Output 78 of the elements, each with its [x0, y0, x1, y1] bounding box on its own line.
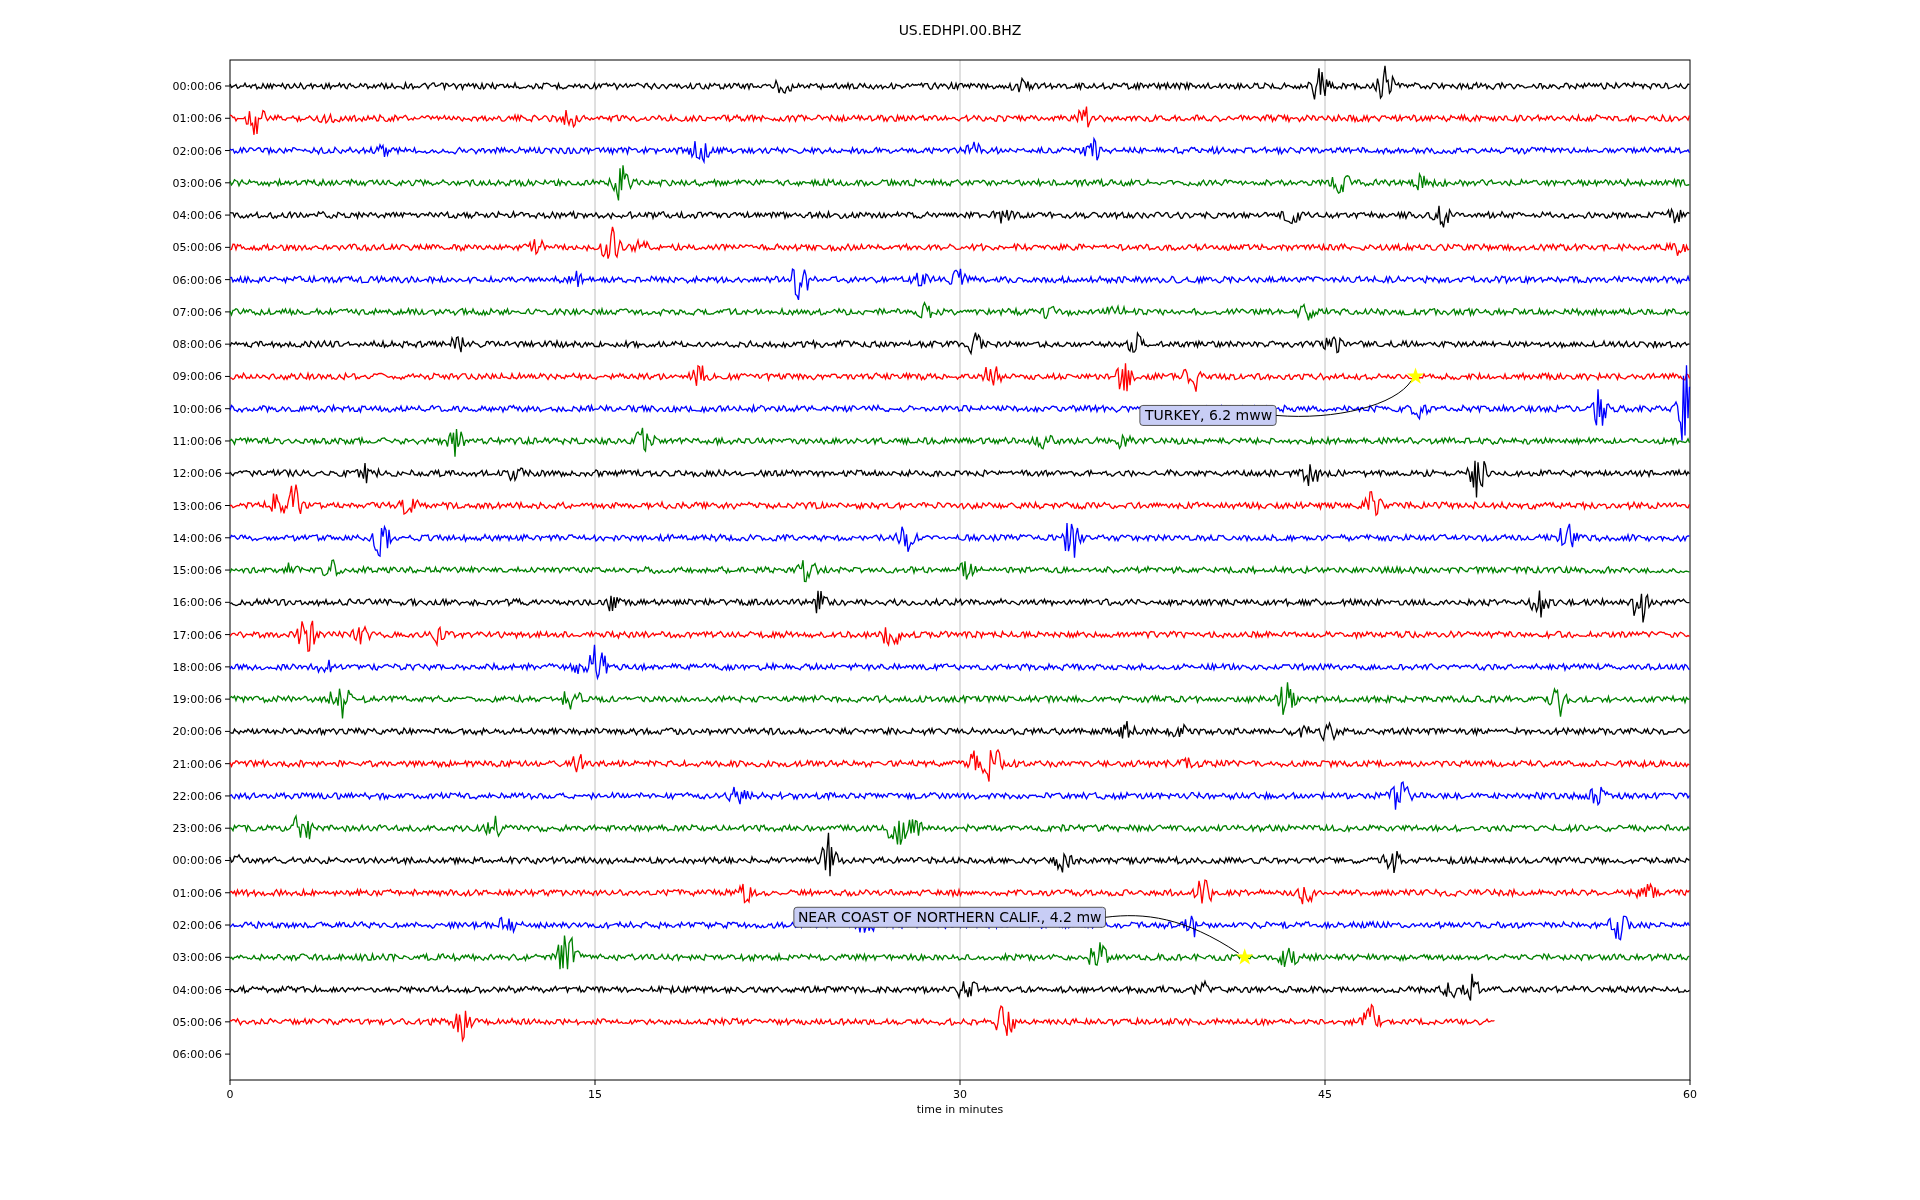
y-tick-label: 13:00:06: [172, 499, 222, 513]
y-tick-label: 04:00:06: [172, 983, 222, 997]
tick-mark: [224, 666, 231, 668]
tick-mark: [1324, 1079, 1326, 1086]
x-tick-label: 30: [953, 1088, 967, 1101]
tick-mark: [224, 246, 231, 248]
star-icon: [1407, 367, 1425, 384]
y-tick-label: 05:00:06: [172, 241, 222, 255]
tick-mark: [224, 569, 231, 571]
y-tick-label: 01:00:06: [172, 886, 222, 900]
tick-mark: [224, 763, 231, 765]
y-tick-label: 08:00:06: [172, 338, 222, 352]
tick-mark: [224, 795, 231, 797]
tick-mark: [224, 698, 231, 700]
y-tick-label: 05:00:06: [172, 1015, 222, 1029]
y-tick-label: 01:00:06: [172, 112, 222, 126]
y-tick-label: 09:00:06: [172, 370, 222, 384]
tick-mark: [229, 1079, 231, 1086]
event-label: TURKEY, 6.2 mww: [1139, 404, 1277, 426]
tick-mark: [224, 117, 231, 119]
tick-mark: [224, 408, 231, 410]
event-label: NEAR COAST OF NORTHERN CALIF., 4.2 mw: [793, 906, 1106, 928]
tick-mark: [224, 440, 231, 442]
y-tick-label: 18:00:06: [172, 660, 222, 674]
tick-mark: [224, 505, 231, 506]
y-tick-label: 02:00:06: [172, 919, 222, 932]
y-tick-label: 06:00:06: [172, 1048, 222, 1062]
tick-mark: [224, 989, 231, 991]
y-tick-label: 22:00:06: [172, 789, 222, 803]
y-tick-label: 06:00:06: [172, 273, 222, 287]
x-tick-label: 60: [1683, 1088, 1697, 1101]
y-tick-label: 19:00:06: [172, 693, 222, 707]
tick-mark: [224, 214, 231, 216]
y-tick-label: 07:00:06: [172, 305, 222, 319]
tick-mark: [224, 860, 231, 861]
y-tick-label: 02:00:06: [172, 144, 222, 158]
y-tick-label: 17:00:06: [172, 628, 222, 642]
y-tick-label: 10:00:06: [172, 402, 222, 416]
tick-mark: [224, 311, 231, 313]
x-tick-label: 0: [226, 1088, 234, 1101]
x-tick-label: 15: [588, 1088, 602, 1101]
star-icon: [1236, 948, 1254, 965]
tick-mark: [224, 343, 231, 345]
tick-mark: [224, 827, 231, 829]
y-tick-label: 04:00:06: [172, 209, 222, 223]
tick-mark: [224, 1053, 231, 1055]
y-tick-label: 23:00:06: [172, 822, 222, 836]
plot-title: US.EDHPI.00.BHZ: [898, 22, 1022, 38]
tick-mark: [224, 956, 231, 958]
tick-mark: [224, 1021, 231, 1023]
y-tick-label: 11:00:06: [172, 434, 222, 448]
tick-mark: [224, 375, 231, 377]
tick-mark: [224, 924, 231, 926]
y-tick-label: 12:00:06: [172, 467, 222, 481]
x-tick-label: 45: [1318, 1088, 1332, 1101]
tick-mark: [224, 537, 231, 539]
tick-mark: [594, 1079, 596, 1086]
y-tick-label: 03:00:06: [172, 176, 222, 190]
x-axis-label: time in minutes: [916, 1103, 1004, 1116]
tick-mark: [224, 85, 231, 87]
tick-mark: [224, 601, 231, 603]
y-tick-label: 15:00:06: [172, 564, 222, 578]
tick-mark: [224, 472, 231, 474]
y-tick-label: 16:00:06: [172, 596, 222, 610]
y-tick-label: 03:00:06: [172, 951, 222, 965]
tick-mark: [1689, 1079, 1691, 1086]
y-tick-label: 14:00:06: [172, 531, 222, 545]
tick-mark: [224, 892, 231, 894]
tick-mark: [959, 1079, 961, 1086]
y-tick-label: 20:00:06: [172, 725, 222, 739]
tick-mark: [224, 150, 231, 152]
tick-mark: [224, 182, 231, 184]
tick-mark: [224, 730, 231, 732]
y-tick-label: 21:00:06: [172, 757, 222, 771]
y-tick-label: 00:00:06: [172, 80, 222, 93]
y-tick-label: 00:00:06: [172, 854, 222, 868]
tick-mark: [224, 634, 231, 636]
tick-mark: [224, 279, 231, 281]
